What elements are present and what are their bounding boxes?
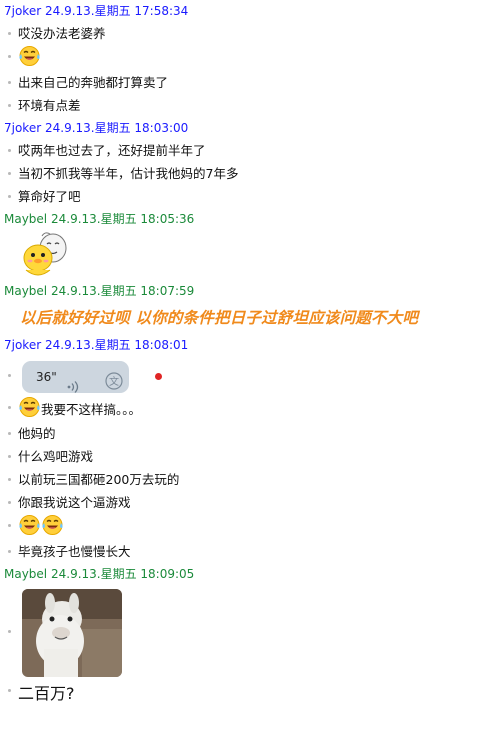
message-header: Maybel 24.9.13.星期五 18:09:05	[0, 563, 501, 585]
message-item: 哎没办法老婆养	[0, 22, 501, 45]
sender-name: 7joker	[4, 338, 42, 352]
bullet-dot	[8, 432, 11, 435]
message-timestamp: 24.9.13.星期五 18:08:01	[44, 338, 189, 352]
message-header: 7joker 24.9.13.星期五 18:08:01	[0, 334, 501, 356]
message-text: 二百万?	[18, 684, 75, 703]
laugh-cry-emoji-icon	[42, 515, 63, 535]
message-timestamp: 24.9.13.星期五 18:03:00	[44, 121, 189, 135]
bullet-dot	[8, 524, 11, 527]
message-item	[0, 45, 501, 71]
message-text: 我要不这样搞。。。	[41, 402, 142, 417]
laugh-cry-emoji	[18, 45, 41, 74]
message-item	[0, 514, 501, 540]
bullet-dot	[8, 104, 11, 107]
message-item: 环境有点差	[0, 94, 501, 117]
message-item: 当初不抓我等半年，估计我他妈的7年多	[0, 162, 501, 185]
message-timestamp: 24.9.13.星期五 18:09:05	[50, 567, 195, 581]
message-item: 我要不这样搞。。。	[0, 396, 501, 422]
voice-message-bubble[interactable]: 36" 文	[22, 360, 129, 393]
message-item: 你跟我说这个逼游戏	[0, 491, 501, 514]
message-item: 二百万?	[0, 679, 501, 709]
voice-wave-icon	[67, 380, 79, 393]
message-item: 他妈的	[0, 422, 501, 445]
laugh-cry-emoji	[18, 514, 41, 543]
laugh-cry-emoji-icon	[19, 46, 40, 66]
message-timestamp: 24.9.13.星期五 17:58:34	[44, 4, 189, 18]
message-item: 出来自己的奔驰都打算卖了	[0, 71, 501, 94]
message-text: 出来自己的奔驰都打算卖了	[18, 75, 169, 90]
message-header: 7joker 24.9.13.星期五 18:03:00	[0, 117, 501, 139]
message-item: 哎两年也过去了，还好提前半年了	[0, 139, 501, 162]
sender-name: 7joker	[4, 121, 42, 135]
bullet-dot	[8, 550, 11, 553]
bullet-dot	[8, 55, 11, 58]
laugh-cry-emoji	[41, 514, 64, 543]
laugh-cry-emoji-icon	[19, 397, 40, 417]
message-item: 算命好了吧	[0, 185, 501, 208]
duck-sticker-icon	[23, 232, 67, 276]
alpaca-photo[interactable]	[22, 588, 122, 677]
message-text: 什么鸡吧游戏	[18, 449, 94, 464]
duck-sticker[interactable]	[18, 230, 68, 299]
chat-log: 7joker 24.9.13.星期五 17:58:34 哎没办法老婆养 出来自己的…	[0, 0, 501, 709]
bullet-dot	[8, 81, 11, 84]
message-timestamp: 24.9.13.星期五 18:07:59	[50, 284, 195, 298]
message-text: 毕竟孩子也慢慢长大	[18, 544, 131, 559]
message-header: Maybel 24.9.13.星期五 18:07:59	[0, 280, 501, 302]
bullet-dot	[8, 32, 11, 35]
unread-dot	[155, 373, 162, 380]
laugh-cry-emoji	[18, 396, 41, 425]
sender-name: Maybel	[4, 567, 48, 581]
bullet-dot	[8, 374, 11, 377]
message-text: 他妈的	[18, 426, 56, 441]
message-item	[0, 585, 501, 679]
message-item: 毕竟孩子也慢慢长大	[0, 540, 501, 563]
message-timestamp: 24.9.13.星期五 18:05:36	[50, 212, 195, 226]
message-header: 7joker 24.9.13.星期五 17:58:34	[0, 0, 501, 22]
voice-duration: 36"	[36, 369, 57, 384]
message-item: 36" 文	[0, 356, 501, 396]
alpaca-photo-image	[22, 588, 122, 677]
message-item	[0, 230, 501, 280]
sender-name: 7joker	[4, 4, 42, 18]
message-text: 哎两年也过去了，还好提前半年了	[18, 143, 206, 158]
bullet-dot	[8, 149, 11, 152]
message-text: 以前玩三国都砸200万去玩的	[18, 472, 180, 487]
message-text: 环境有点差	[18, 98, 81, 113]
bullet-dot	[8, 406, 11, 409]
message-text: 哎没办法老婆养	[18, 26, 106, 41]
laugh-cry-emoji-icon	[19, 515, 40, 535]
bullet-dot	[8, 478, 11, 481]
sender-name: Maybel	[4, 212, 48, 226]
message-item: 以前玩三国都砸200万去玩的	[0, 468, 501, 491]
bullet-dot	[8, 630, 11, 633]
svg-text:文: 文	[109, 375, 119, 388]
bullet-dot	[8, 455, 11, 458]
message-text: 算命好了吧	[18, 189, 81, 204]
message-text: 当初不抓我等半年，估计我他妈的7年多	[18, 166, 239, 181]
message-text-large: 以后就好好过呗 以你的条件把日子过舒坦应该问题不大吧	[20, 309, 419, 327]
translate-icon[interactable]: 文	[104, 371, 124, 391]
bullet-dot	[8, 689, 11, 692]
bullet-dot	[8, 195, 11, 198]
bullet-dot	[8, 501, 11, 504]
message-text: 你跟我说这个逼游戏	[18, 495, 131, 510]
message-item: 什么鸡吧游戏	[0, 445, 501, 468]
bullet-dot	[8, 172, 11, 175]
message-header: Maybel 24.9.13.星期五 18:05:36	[0, 208, 501, 230]
